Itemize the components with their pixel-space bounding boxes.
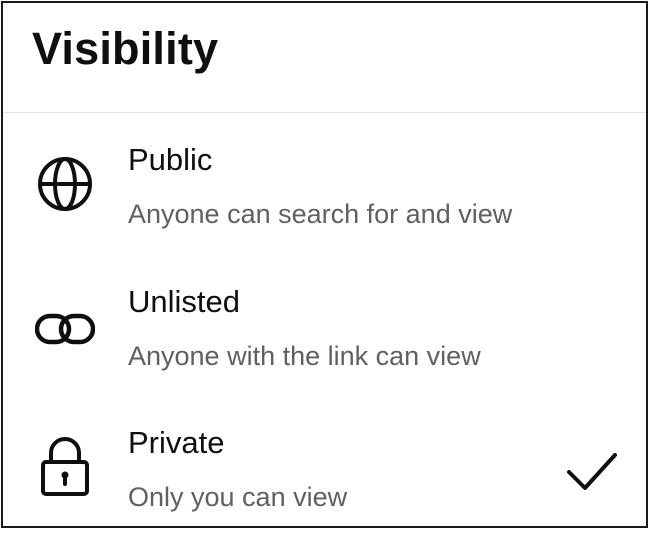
option-label-public: Public bbox=[128, 142, 213, 177]
visibility-option-unlisted[interactable]: Unlisted Anyone with the link can view bbox=[3, 263, 646, 403]
option-description-unlisted: Anyone with the link can view bbox=[128, 341, 481, 371]
visibility-option-private[interactable]: Private Only you can view bbox=[3, 406, 646, 546]
globe-icon bbox=[35, 154, 95, 214]
checkmark-icon bbox=[565, 449, 619, 495]
dialog-title: Visibility bbox=[32, 23, 219, 74]
visibility-option-public[interactable]: Public Anyone can search for and view bbox=[3, 121, 646, 261]
option-label-private: Private bbox=[128, 425, 225, 460]
visibility-dialog: Visibility Public Anyone can search for … bbox=[1, 1, 648, 528]
option-description-public: Anyone can search for and view bbox=[128, 199, 513, 229]
option-description-private: Only you can view bbox=[128, 482, 348, 512]
option-label-unlisted: Unlisted bbox=[128, 284, 240, 319]
lock-icon bbox=[35, 436, 95, 496]
dialog-header: Visibility bbox=[3, 3, 646, 113]
link-icon bbox=[35, 299, 95, 359]
